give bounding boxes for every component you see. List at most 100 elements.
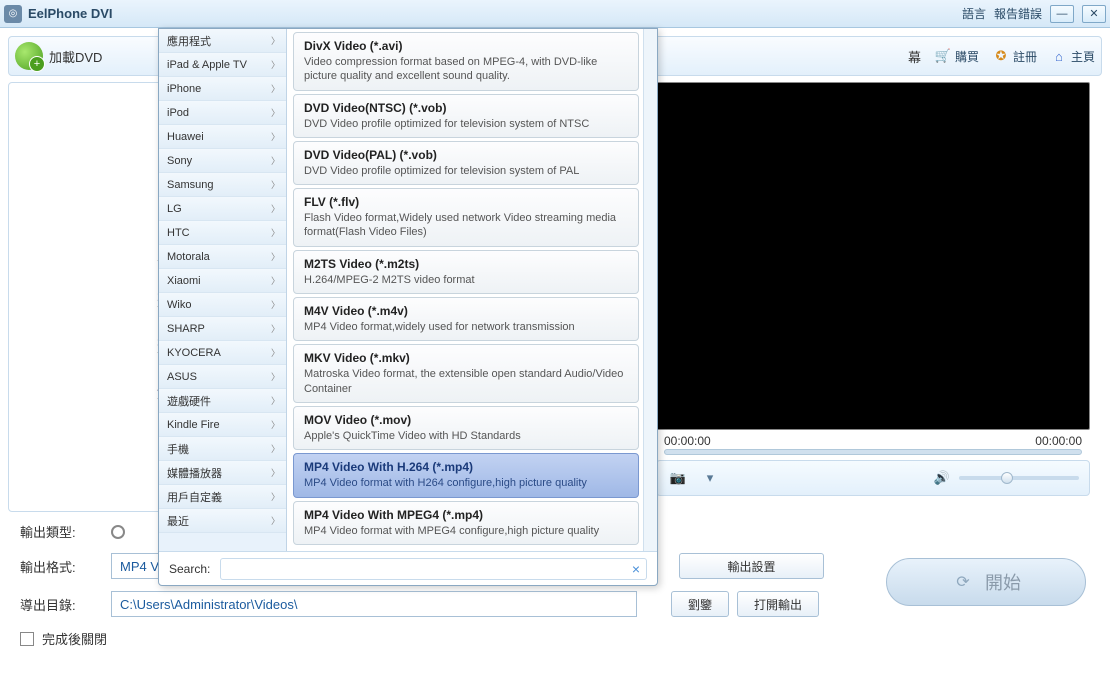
chevron-right-icon: 〉 bbox=[271, 514, 280, 527]
disc-plus-icon bbox=[15, 42, 43, 70]
format-item[interactable]: M4V Video (*.m4v) MP4 Video format,widely… bbox=[293, 297, 639, 341]
format-desc: DVD Video profile optimized for televisi… bbox=[304, 117, 628, 131]
device-item[interactable]: iPhone〉 bbox=[159, 77, 286, 101]
open-output-button[interactable]: 打開輸出 bbox=[737, 591, 819, 617]
format-title: M4V Video (*.m4v) bbox=[304, 304, 628, 318]
chevron-right-icon: 〉 bbox=[271, 250, 280, 263]
chevron-right-icon: 〉 bbox=[271, 178, 280, 191]
format-desc: MP4 Video format with MPEG4 configure,hi… bbox=[304, 524, 628, 538]
chevron-right-icon: 〉 bbox=[271, 106, 280, 119]
format-item[interactable]: MP4 Video With MPEG4 (*.mp4)MP4 Video fo… bbox=[293, 501, 639, 545]
format-title: MOV Video (*.mov) bbox=[304, 413, 628, 427]
device-item[interactable]: 用戶自定義〉 bbox=[159, 485, 286, 509]
device-item[interactable]: Kindle Fire〉 bbox=[159, 413, 286, 437]
chevron-right-icon: 〉 bbox=[271, 226, 280, 239]
chevron-right-icon: 〉 bbox=[271, 370, 280, 383]
chevron-right-icon: 〉 bbox=[271, 154, 280, 167]
format-item[interactable]: MOV Video (*.mov) Apple's QuickTime Video… bbox=[293, 406, 639, 450]
device-item[interactable]: Samsung〉 bbox=[159, 173, 286, 197]
chevron-right-icon: 〉 bbox=[271, 442, 280, 455]
video-preview[interactable] bbox=[656, 82, 1090, 430]
format-item[interactable]: DVD Video(NTSC) (*.vob)DVD Video profile… bbox=[293, 94, 639, 138]
format-desc: Video compression format based on MPEG-4… bbox=[304, 55, 628, 84]
language-link[interactable]: 語言 bbox=[962, 5, 986, 22]
format-item[interactable]: FLV (*.flv) Flash Video format,Widely use… bbox=[293, 188, 639, 247]
device-item[interactable]: 應用程式〉 bbox=[159, 29, 286, 53]
scrollbar[interactable] bbox=[643, 29, 657, 551]
format-item[interactable]: DivX Video (*.avi)Video compression form… bbox=[293, 32, 639, 91]
format-item[interactable]: DVD Video(PAL) (*.vob)DVD Video profile … bbox=[293, 141, 639, 185]
chevron-right-icon: 〉 bbox=[271, 58, 280, 71]
chevron-right-icon: 〉 bbox=[271, 130, 280, 143]
load-dvd-label: 加載DVD bbox=[49, 47, 102, 66]
time-row: 00:00:00 00:00:00 bbox=[656, 430, 1090, 448]
cart-icon: 🛒 bbox=[935, 48, 951, 64]
output-type-radio[interactable] bbox=[111, 525, 125, 539]
format-desc: Flash Video format,Widely used network V… bbox=[304, 211, 628, 240]
output-format-label: 輸出格式: bbox=[8, 557, 103, 576]
volume-icon[interactable]: 🔊 bbox=[931, 467, 953, 489]
device-item[interactable]: KYOCERA〉 bbox=[159, 341, 286, 365]
clear-icon[interactable]: × bbox=[632, 561, 640, 577]
device-item[interactable]: iPod〉 bbox=[159, 101, 286, 125]
camera-icon[interactable]: 📷 bbox=[667, 467, 689, 489]
chevron-right-icon: 〉 bbox=[271, 322, 280, 335]
buy-link[interactable]: 🛒購買 bbox=[935, 48, 979, 65]
chevron-right-icon: 〉 bbox=[271, 202, 280, 215]
device-item[interactable]: 遊戲硬件〉 bbox=[159, 389, 286, 413]
export-dir-field[interactable] bbox=[111, 591, 637, 617]
device-item[interactable]: Sony〉 bbox=[159, 149, 286, 173]
format-desc: Apple's QuickTime Video with HD Standard… bbox=[304, 429, 628, 443]
close-on-done-checkbox[interactable] bbox=[20, 632, 34, 646]
format-desc: H.264/MPEG-2 M2TS video format bbox=[304, 273, 628, 287]
format-picker-popup: 應用程式〉iPad & Apple TV〉iPhone〉iPod〉Huawei〉… bbox=[158, 28, 658, 586]
refresh-icon: ⟳ bbox=[951, 570, 975, 594]
register-link[interactable]: ✪註冊 bbox=[993, 48, 1037, 65]
device-item[interactable]: 最近〉 bbox=[159, 509, 286, 533]
device-item[interactable]: 媒體播放器〉 bbox=[159, 461, 286, 485]
search-row: Search: × bbox=[159, 551, 657, 585]
format-item[interactable]: MKV Video (*.mkv)Matroska Video format, … bbox=[293, 344, 639, 403]
device-item[interactable]: 手機〉 bbox=[159, 437, 286, 461]
chevron-right-icon: 〉 bbox=[271, 418, 280, 431]
format-desc: DVD Video profile optimized for televisi… bbox=[304, 164, 628, 178]
output-settings-button[interactable]: 輸出設置 bbox=[679, 553, 824, 579]
playback-controls: 📷 ▾ 🔊 bbox=[656, 460, 1090, 496]
format-item[interactable]: MP4 Video With H.264 (*.mp4)MP4 Video fo… bbox=[293, 453, 639, 497]
device-item[interactable]: Wiko〉 bbox=[159, 293, 286, 317]
minimize-button[interactable]: — bbox=[1050, 5, 1074, 23]
preview-panel: 00:00:00 00:00:00 📷 ▾ 🔊 bbox=[656, 82, 1090, 512]
device-item[interactable]: LG〉 bbox=[159, 197, 286, 221]
browse-button[interactable]: 劉鑒 bbox=[671, 591, 729, 617]
screen-label: 幕 bbox=[908, 47, 921, 66]
home-link[interactable]: ⌂主頁 bbox=[1051, 48, 1095, 65]
device-item[interactable]: Motorala〉 bbox=[159, 245, 286, 269]
device-item[interactable]: SHARP〉 bbox=[159, 317, 286, 341]
device-item[interactable]: ASUS〉 bbox=[159, 365, 286, 389]
device-item[interactable]: Huawei〉 bbox=[159, 125, 286, 149]
start-button[interactable]: ⟳ 開始 bbox=[886, 558, 1086, 606]
playback-progress[interactable] bbox=[664, 449, 1082, 455]
dropdown-icon[interactable]: ▾ bbox=[699, 467, 721, 489]
volume-slider[interactable] bbox=[959, 476, 1079, 480]
device-item[interactable]: HTC〉 bbox=[159, 221, 286, 245]
app-icon: ◎ bbox=[4, 5, 22, 23]
chevron-right-icon: 〉 bbox=[271, 34, 280, 47]
format-desc: MP4 Video format,widely used for network… bbox=[304, 320, 628, 334]
format-list[interactable]: DivX Video (*.avi)Video compression form… bbox=[287, 29, 657, 551]
load-dvd-button[interactable]: 加載DVD bbox=[15, 42, 102, 70]
report-bug-link[interactable]: 報告錯誤 bbox=[994, 5, 1042, 22]
volume-thumb[interactable] bbox=[1001, 472, 1013, 484]
device-category-list[interactable]: 應用程式〉iPad & Apple TV〉iPhone〉iPod〉Huawei〉… bbox=[159, 29, 287, 551]
device-item[interactable]: Xiaomi〉 bbox=[159, 269, 286, 293]
export-dir-label: 導出目錄: bbox=[8, 595, 103, 614]
start-label: 開始 bbox=[985, 569, 1021, 595]
format-item[interactable]: M2TS Video (*.m2ts) H.264/MPEG-2 M2TS vid… bbox=[293, 250, 639, 294]
home-icon: ⌂ bbox=[1051, 48, 1067, 64]
device-item[interactable]: iPad & Apple TV〉 bbox=[159, 53, 286, 77]
close-button[interactable]: ✕ bbox=[1082, 5, 1106, 23]
format-title: FLV (*.flv) bbox=[304, 195, 628, 209]
app-title: EelPhone DVI bbox=[28, 6, 113, 21]
format-title: M2TS Video (*.m2ts) bbox=[304, 257, 628, 271]
search-input[interactable]: × bbox=[220, 558, 647, 580]
